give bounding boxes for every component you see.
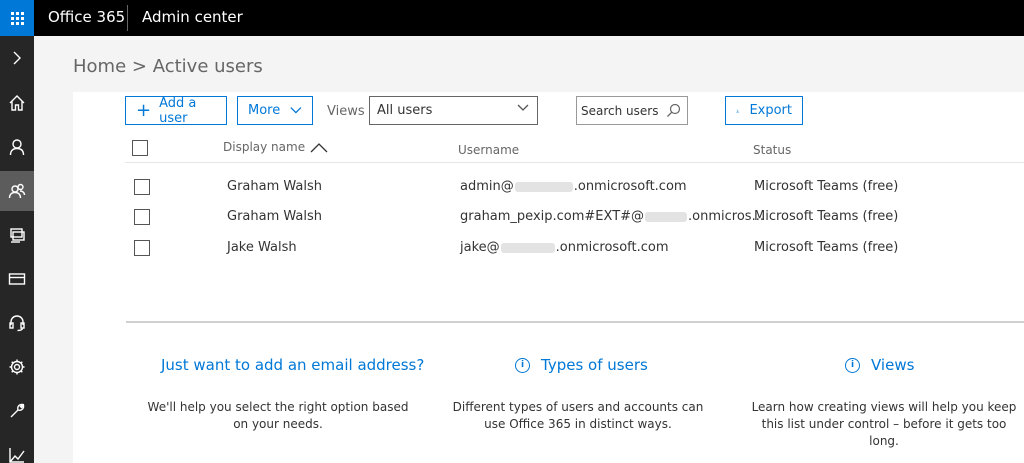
row-display-name[interactable]: Jake Walsh: [227, 240, 297, 255]
views-selected-value: All users: [377, 103, 433, 118]
more-label: More: [248, 103, 281, 118]
sidebar-item-settings[interactable]: [0, 347, 34, 387]
types-of-users-description: Different types of users and accounts ca…: [452, 400, 704, 431]
user-icon: [9, 139, 25, 156]
chevron-down-icon: [290, 107, 302, 114]
sidebar-item-support[interactable]: [0, 303, 34, 343]
more-button[interactable]: More: [237, 96, 313, 125]
add-email-description: We'll help you select the right option b…: [147, 400, 409, 431]
settings-icon: [9, 359, 25, 375]
breadcrumb-home[interactable]: Home: [73, 56, 126, 77]
info-icon: i: [515, 357, 530, 373]
download-icon: [736, 108, 740, 113]
left-nav: [0, 36, 34, 463]
views-description: Learn how creating views will help you k…: [751, 400, 1017, 448]
row-username: graham_pexip.com#EXT#@ .onmicros...: [460, 209, 764, 224]
row-username: jake@ .onmicrosoft.com: [460, 240, 669, 255]
redacted-domain: [500, 242, 555, 253]
row-checkbox[interactable]: [134, 209, 150, 225]
username-suffix: .onmicrosoft.com: [573, 179, 687, 194]
sidebar-item-groups[interactable]: [0, 171, 34, 211]
types-of-users-link[interactable]: i Types of users: [515, 356, 648, 374]
sidebar-item-setup[interactable]: [0, 391, 34, 431]
home-icon: [9, 95, 25, 111]
username-prefix: admin@: [460, 179, 514, 194]
top-bar: Office 365 Admin center: [0, 0, 1024, 36]
info-icon: i: [845, 357, 860, 373]
username-suffix: .onmicros...: [688, 209, 764, 224]
app-launcher-icon: [10, 11, 24, 25]
breadcrumb-separator: >: [131, 56, 147, 77]
export-label: Export: [749, 103, 792, 118]
sidebar-item-billing[interactable]: [0, 259, 34, 299]
search-users-input[interactable]: Search users: [576, 96, 688, 125]
plus-icon: +: [136, 99, 152, 121]
table-header-divider: [125, 162, 1024, 163]
resources-icon: [10, 228, 25, 243]
search-icon: [667, 103, 681, 117]
row-status: Microsoft Teams (free): [754, 179, 899, 194]
types-of-users-label: Types of users: [541, 356, 648, 374]
select-all-checkbox[interactable]: [132, 140, 148, 156]
row-display-name[interactable]: Graham Walsh: [227, 179, 322, 194]
reports-icon: [9, 448, 25, 463]
app-section-title: Admin center: [142, 8, 243, 26]
section-divider: [126, 321, 1024, 323]
app-name[interactable]: Office 365: [48, 8, 125, 26]
username-suffix: .onmicrosoft.com: [555, 240, 669, 255]
sort-ascending-icon: [310, 142, 328, 152]
billing-icon: [8, 273, 26, 285]
display-name-header-label: Display name: [223, 140, 306, 154]
support-icon: [9, 315, 25, 332]
add-email-link[interactable]: Just want to add an email address?: [161, 356, 424, 374]
column-header-username[interactable]: Username: [458, 143, 519, 157]
sidebar-item-users[interactable]: [0, 127, 34, 167]
row-checkbox[interactable]: [134, 179, 150, 195]
redacted-domain: [514, 181, 573, 192]
breadcrumb-current: Active users: [152, 56, 263, 77]
topbar-divider: [127, 5, 128, 31]
chevron-right-icon: [13, 51, 21, 65]
sidebar-item-home[interactable]: [0, 83, 34, 123]
setup-icon: [10, 403, 25, 418]
export-button[interactable]: Export: [725, 96, 803, 125]
column-header-status[interactable]: Status: [753, 143, 791, 157]
main-content: + Add a user More Views All users Search…: [73, 92, 1024, 463]
app-launcher-button[interactable]: [0, 0, 34, 36]
views-link-label: Views: [871, 356, 915, 374]
redacted-domain: [645, 211, 688, 222]
views-select[interactable]: All users: [369, 96, 538, 125]
row-username: admin@ .onmicrosoft.com: [460, 179, 687, 194]
views-link[interactable]: i Views: [845, 356, 914, 374]
groups-icon: [8, 183, 26, 199]
add-user-button[interactable]: + Add a user: [125, 95, 227, 126]
chevron-down-icon: [517, 104, 529, 111]
sidebar-item-resources[interactable]: [0, 215, 34, 255]
username-prefix: jake@: [460, 240, 500, 255]
row-checkbox[interactable]: [134, 240, 150, 256]
sidebar-item-expand[interactable]: [0, 38, 34, 78]
row-status: Microsoft Teams (free): [754, 209, 899, 224]
column-header-display-name[interactable]: Display name: [223, 140, 328, 154]
sidebar-item-reports[interactable]: [0, 435, 34, 463]
add-user-label: Add a user: [159, 95, 197, 126]
row-status: Microsoft Teams (free): [754, 240, 899, 255]
row-display-name[interactable]: Graham Walsh: [227, 209, 322, 224]
search-placeholder: Search users: [581, 103, 659, 118]
views-label: Views: [327, 104, 365, 119]
username-prefix: graham_pexip.com#EXT#@: [460, 209, 645, 224]
breadcrumb: Home > Active users: [73, 56, 263, 77]
